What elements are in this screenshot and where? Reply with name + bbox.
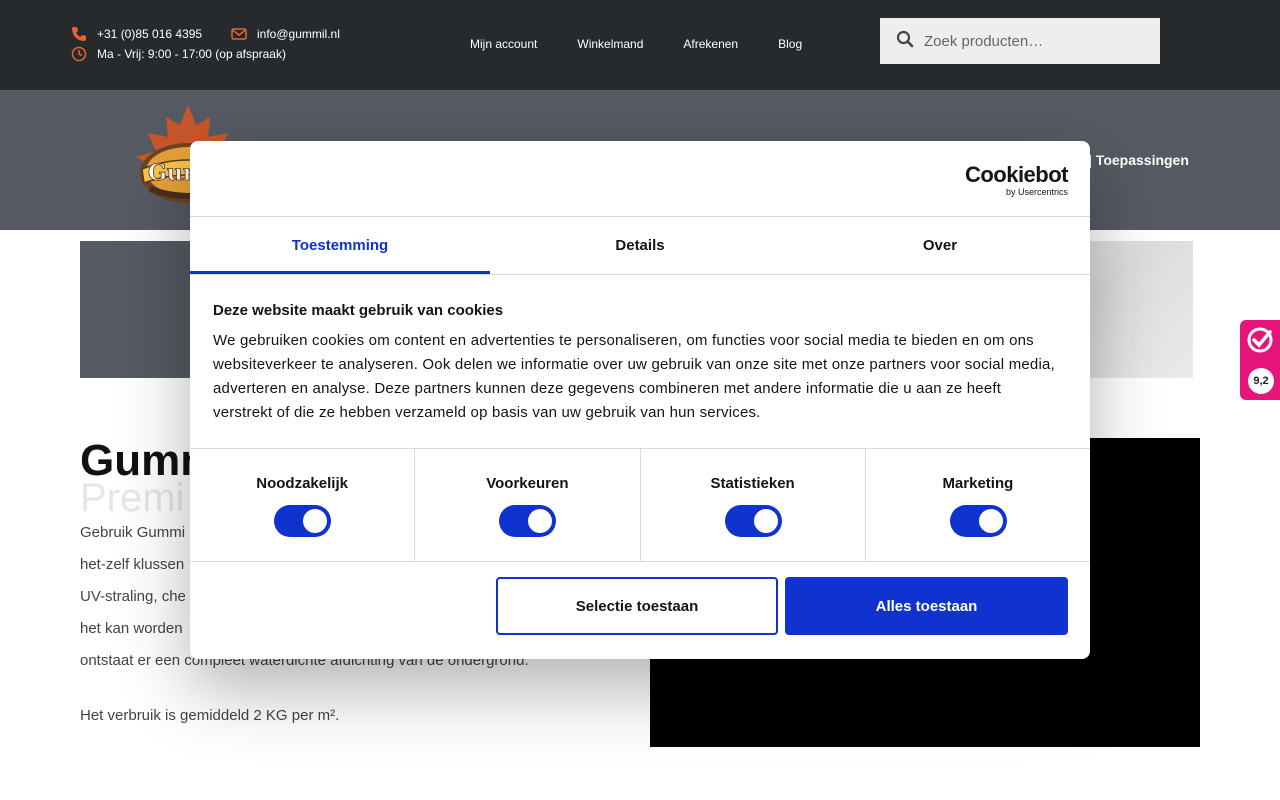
category-label: Marketing (942, 475, 1014, 492)
cookiebot-logo: Cookiebot by Usercentrics (964, 162, 1069, 198)
cookie-consent-dialog: Cookiebot by Usercentrics Toestemming De… (190, 141, 1090, 659)
email-address: info@gummil.nl (257, 27, 340, 41)
search-icon (896, 30, 914, 53)
email-contact[interactable]: info@gummil.nl (230, 25, 340, 43)
category-label: Noodzakelijk (256, 475, 348, 492)
toggle-knob (978, 509, 1003, 533)
toggle-knob (303, 509, 328, 533)
rating-badge[interactable]: 9,2 (1240, 320, 1280, 400)
cookie-tabs: Toestemming Details Over (190, 217, 1090, 274)
paragraph-line: het-zelf klussen (80, 556, 185, 573)
checkmark-icon (1246, 326, 1274, 359)
nav-cart[interactable]: Winkelmand (577, 37, 643, 51)
search-placeholder: Zoek producten… (924, 32, 1044, 50)
envelope-icon (230, 25, 248, 43)
product-subtitle: Premi (80, 476, 185, 520)
paragraph-line: Gebruik Gummi (80, 524, 186, 541)
category-label: Statistieken (710, 475, 795, 492)
toggle-necessary[interactable] (274, 505, 332, 537)
toggle-knob (528, 509, 553, 533)
cookie-heading: Deze website maakt gebruik van cookies (213, 302, 504, 319)
category-statistics: Statistieken (641, 449, 866, 561)
tab-about[interactable]: Over (790, 217, 1090, 274)
phone-contact[interactable]: +31 (0)85 016 4395 (70, 25, 202, 43)
phone-number: +31 (0)85 016 4395 (97, 27, 203, 41)
cookiebot-brand: Cookiebot (964, 162, 1069, 187)
top-nav: Mijn account Winkelmand Afrekenen Blog (470, 37, 842, 51)
allow-selection-button[interactable]: Selectie toestaan (496, 577, 778, 635)
nav-checkout[interactable]: Afrekenen (683, 37, 738, 51)
toggle-knob (753, 509, 778, 533)
toggle-marketing[interactable] (949, 505, 1007, 537)
rating-score: 9,2 (1248, 368, 1274, 394)
tabs-divider (190, 274, 1090, 275)
top-bar: +31 (0)85 016 4395 info@gummil.nl Ma - V… (0, 0, 1280, 90)
category-preferences: Voorkeuren (415, 449, 641, 561)
toggle-preferences[interactable] (499, 505, 557, 537)
tab-details[interactable]: Details (490, 217, 790, 274)
cookie-categories: Noodzakelijk Voorkeuren Statistieken Mar… (190, 448, 1090, 562)
search-input[interactable]: Zoek producten… (880, 18, 1160, 64)
nav-my-account[interactable]: Mijn account (470, 37, 537, 51)
category-label: Voorkeuren (486, 475, 569, 492)
cookie-body: We gebruiken cookies om content en adver… (213, 332, 1055, 421)
category-necessary: Noodzakelijk (190, 449, 416, 561)
allow-all-button[interactable]: Alles toestaan (785, 577, 1068, 635)
toggle-statistics[interactable] (724, 505, 782, 537)
phone-icon (70, 25, 88, 43)
opening-hours: Ma - Vrij: 9:00 - 17:00 (op afspraak) (70, 45, 286, 63)
nav-applications[interactable]: | Toepassingen (1088, 152, 1189, 168)
tab-consent[interactable]: Toestemming (190, 217, 490, 274)
nav-blog[interactable]: Blog (778, 37, 802, 51)
category-marketing: Marketing (866, 449, 1090, 561)
usage-text: Het verbruik is gemiddeld 2 KG per m². (80, 707, 340, 724)
cookiebot-sub: by Usercentrics (1005, 187, 1068, 197)
clock-icon (70, 45, 88, 63)
paragraph-line: het kan worden (80, 620, 183, 637)
hours-text: Ma - Vrij: 9:00 - 17:00 (op afspraak) (97, 47, 286, 61)
paragraph-line: UV-straling, che (80, 588, 186, 605)
